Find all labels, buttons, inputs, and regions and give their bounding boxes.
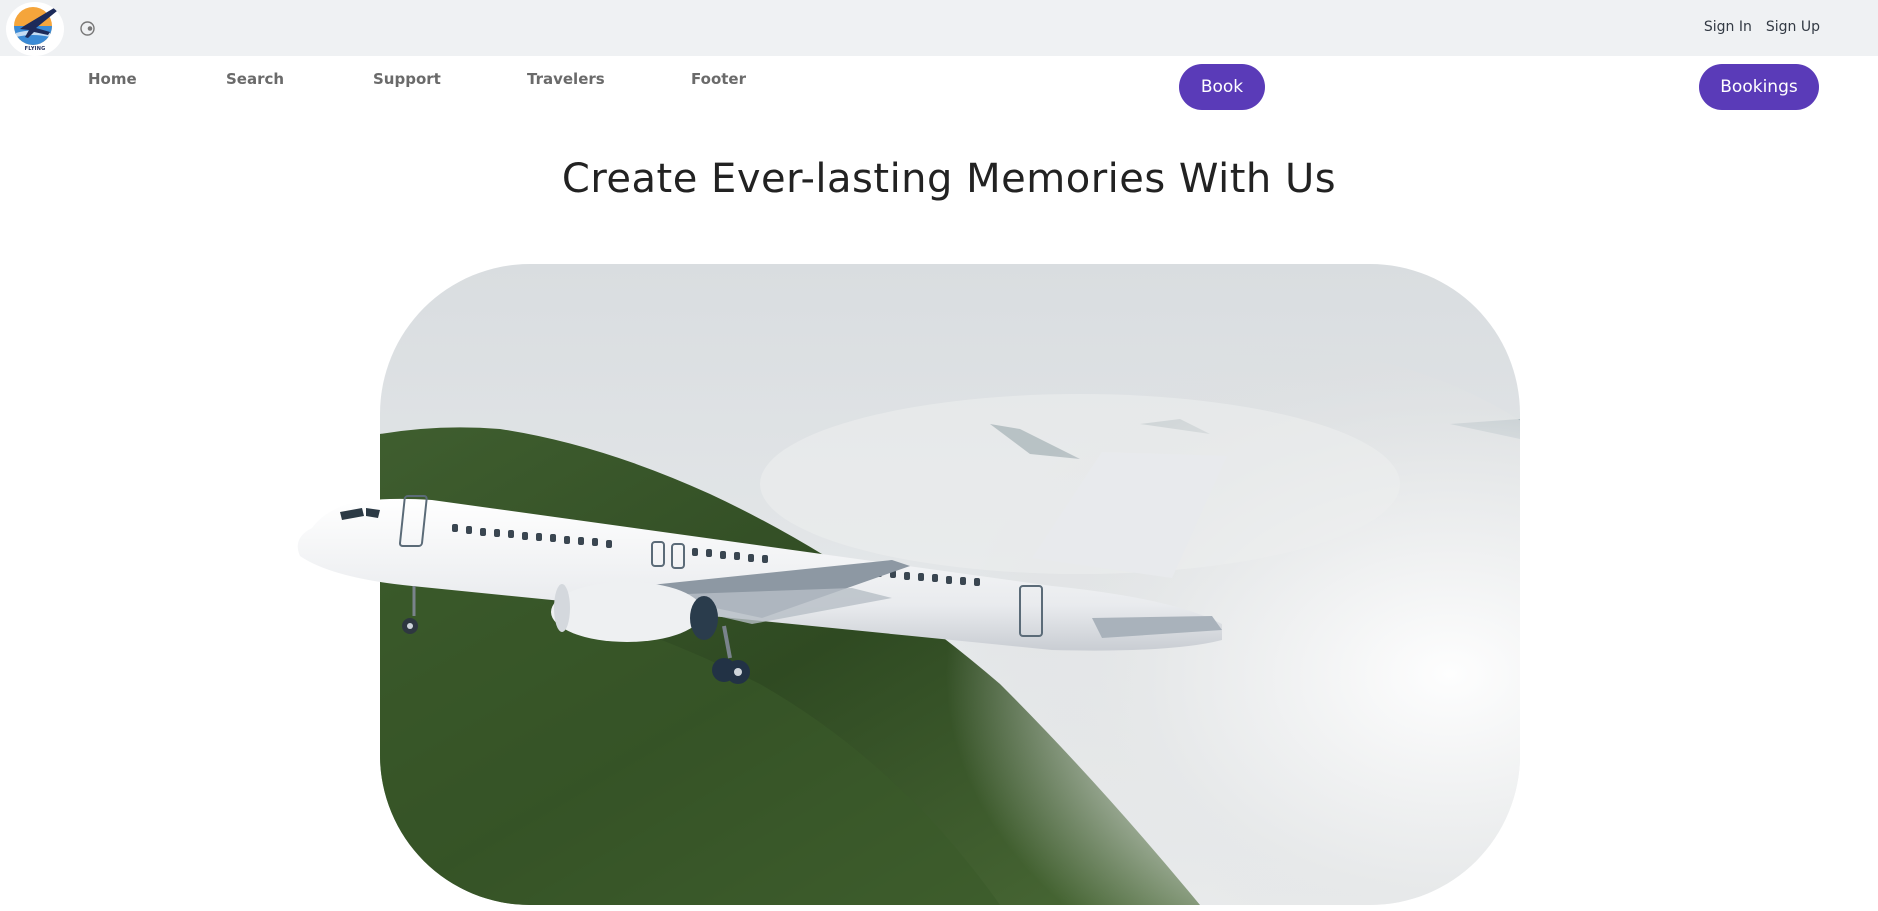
page-title: Create Ever-lasting Memories With Us (561, 156, 1337, 202)
book-button[interactable]: Book (1179, 64, 1265, 110)
nav-item-travelers[interactable]: Travelers (527, 70, 605, 88)
sign-up-link[interactable]: Sign Up (1766, 19, 1820, 35)
main-nav: Home Search Support Travelers Footer Boo… (0, 56, 1878, 116)
brand-logo[interactable]: FLYING (6, 2, 64, 56)
nav-item-support[interactable]: Support (373, 70, 441, 88)
sign-in-link[interactable]: Sign In (1704, 19, 1752, 35)
nav-item-footer[interactable]: Footer (691, 70, 746, 88)
nav-item-home[interactable]: Home (88, 70, 137, 88)
airplane-image (292, 448, 1232, 698)
auth-links: Sign In Sign Up (1704, 19, 1820, 35)
airplane-illustration (297, 452, 1227, 684)
nav-item-search[interactable]: Search (226, 70, 284, 88)
logo-text: FLYING (24, 46, 46, 52)
bookings-button[interactable]: Bookings (1699, 64, 1819, 110)
top-bar: FLYING Sign In Sign Up (0, 0, 1878, 56)
theme-toggle-icon[interactable] (79, 20, 96, 37)
